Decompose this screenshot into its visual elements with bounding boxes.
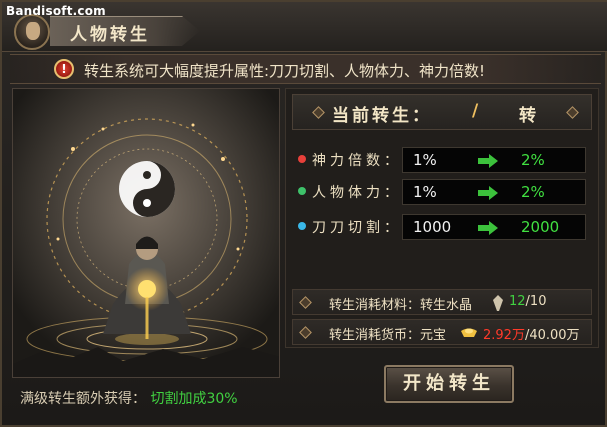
material-have: 12 (509, 294, 526, 309)
max-rebirth-bonus: 满级转生额外获得： 切割加成30% (20, 388, 238, 408)
currency-cost-row: 转生消耗货币：元宝 2.92万/40.00万 (292, 319, 592, 345)
stat-current-value: 1% (413, 151, 437, 169)
material-cost-amount: 12/10 (509, 294, 546, 309)
current-rebirth-value: / (472, 101, 479, 121)
currency-have: 2.92万 (483, 328, 525, 343)
watermark: Bandisoft.com (6, 4, 106, 18)
currency-need: /40.00万 (524, 328, 580, 343)
arrow-right-icon (478, 186, 498, 200)
diamond-ornament-icon (299, 296, 312, 309)
current-rebirth-label: 当前转生： (332, 106, 432, 126)
stat-row-body-strength: 人物体力： 1% 2% (298, 179, 588, 205)
green-dot-icon (298, 187, 306, 195)
stat-next-value: 2000 (521, 218, 560, 236)
material-cost-label: 转生消耗材料：转生水晶 (329, 298, 473, 313)
stat-row-blade-cut: 刀刀切割： 1000 2000 (298, 214, 588, 240)
stat-current-value: 1% (413, 183, 437, 201)
gold-ingot-icon (461, 328, 477, 337)
material-need: /10 (525, 294, 547, 309)
currency-cost-amount: 2.92万/40.00万 (483, 324, 580, 343)
stat-next-value: 2% (521, 151, 545, 169)
current-rebirth-unit: 转 (519, 106, 536, 126)
stat-next-value: 2% (521, 183, 545, 201)
material-cost-row: 转生消耗材料：转生水晶 12/10 (292, 289, 592, 315)
stat-row-divine-power: 神力倍数： 1% 2% (298, 147, 588, 173)
character-avatar (14, 14, 50, 50)
window-title: 人物转生 (70, 25, 150, 45)
blue-dot-icon (298, 222, 306, 230)
rebirth-window: 人物转生 Bandisoft.com ! 转生系统可大幅度提升属性:刀刀切割、人… (0, 0, 607, 427)
rebirth-artwork (12, 88, 280, 378)
stat-name: 神力倍数： (312, 153, 402, 169)
warning-icon: ! (54, 59, 74, 79)
red-dot-icon (298, 155, 306, 163)
banner-text: 转生系统可大幅度提升属性:刀刀切割、人物体力、神力倍数! (84, 62, 486, 80)
arrow-right-icon (478, 221, 498, 235)
stat-value-box: 1000 2000 (402, 214, 586, 240)
stat-name: 刀刀切割： (312, 220, 402, 236)
max-rebirth-bonus-label: 满级转生额外获得： (20, 391, 146, 407)
currency-cost-label: 转生消耗货币：元宝 (329, 328, 447, 343)
crystal-icon (493, 295, 503, 311)
stat-current-value: 1000 (413, 218, 452, 236)
meditation-figure-illustration (13, 89, 279, 377)
stat-value-box: 1% 2% (402, 179, 586, 205)
max-rebirth-bonus-value: 切割加成30% (150, 391, 238, 407)
diamond-ornament-icon (299, 326, 312, 339)
start-rebirth-button[interactable]: 开始转生 (384, 365, 514, 403)
arrow-right-icon (478, 154, 498, 168)
stat-name: 人物体力： (312, 185, 402, 201)
stat-value-box: 1% 2% (402, 147, 586, 173)
